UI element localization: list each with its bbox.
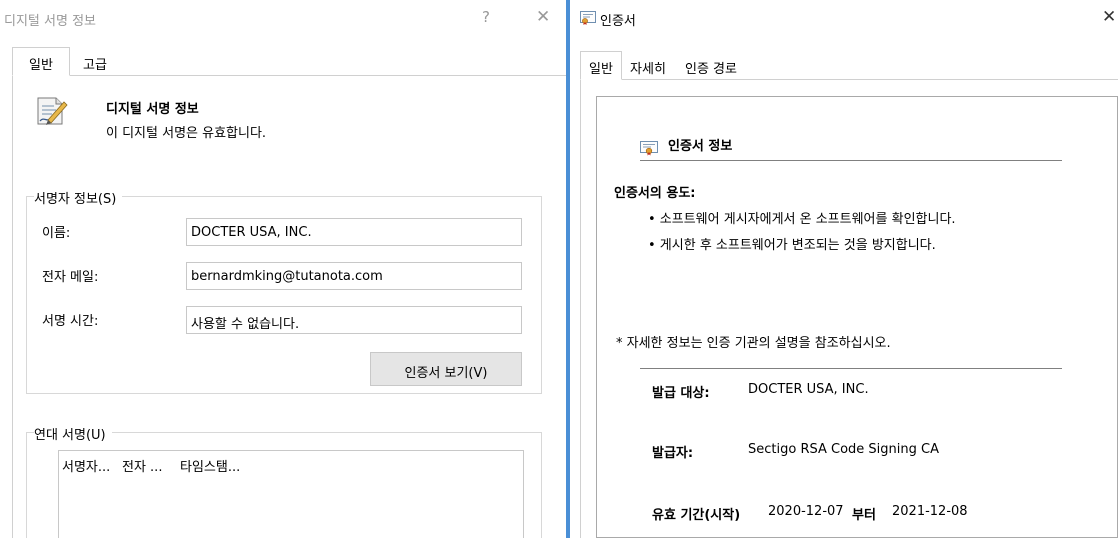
tab-cert-path[interactable]: 인증 경로 bbox=[674, 52, 748, 79]
ca-statement-note: * 자세한 정보는 인증 기관의 설명을 참조하십시오. bbox=[616, 336, 891, 351]
signer-info-legend: 서명자 정보(S) bbox=[34, 188, 123, 207]
tab-cert-general[interactable]: 일반 bbox=[580, 51, 622, 80]
column-header-email[interactable]: 전자 ... bbox=[122, 456, 162, 475]
valid-from-date: 2020-12-07 bbox=[768, 504, 844, 519]
tab-cert-details[interactable]: 자세히 bbox=[622, 52, 674, 79]
signing-time-label: 서명 시간: bbox=[42, 314, 99, 329]
valid-to-word: 부터 bbox=[852, 508, 876, 523]
tab-general[interactable]: 일반 bbox=[12, 47, 70, 76]
certificate-tabstrip: 일반 자세히 인증 경로 bbox=[580, 51, 1118, 80]
certificate-window-close-button[interactable]: ✕ bbox=[1102, 7, 1116, 27]
certificate-purpose-item: • 소프트웨어 게시자에게서 온 소프트웨어를 확인합니다. bbox=[648, 212, 956, 227]
email-field[interactable]: bernardmking@tutanota.com bbox=[186, 262, 522, 290]
validity-label: 유효 기간(시작) bbox=[652, 508, 741, 523]
issued-to-value: DOCTER USA, INC. bbox=[748, 382, 869, 397]
view-certificate-button[interactable]: 인증서 보기(V) bbox=[370, 352, 522, 386]
email-label: 전자 메일: bbox=[42, 270, 99, 285]
issued-to-label: 발급 대상: bbox=[652, 386, 710, 401]
signature-info-heading: 디지털 서명 정보 bbox=[106, 102, 199, 117]
signing-time-field[interactable]: 사용할 수 없습니다. bbox=[186, 306, 522, 334]
signature-window-close-button[interactable]: ✕ bbox=[536, 7, 550, 27]
name-field[interactable]: DOCTER USA, INC. bbox=[186, 218, 522, 246]
issued-by-value: Sectigo RSA Code Signing CA bbox=[748, 442, 939, 457]
help-button[interactable]: ? bbox=[482, 8, 490, 26]
certificate-info-divider bbox=[640, 160, 1062, 161]
certificate-info-box bbox=[596, 96, 1118, 538]
signature-window-title: 디지털 서명 정보 bbox=[4, 14, 96, 29]
valid-to-date: 2021-12-08 bbox=[892, 504, 968, 519]
certificate-window-title: 인증서 bbox=[600, 14, 636, 29]
document-pen-icon bbox=[37, 97, 68, 125]
certificate-info-heading: 인증서 정보 bbox=[668, 139, 733, 154]
name-label: 이름: bbox=[42, 226, 71, 241]
certificate-info-icon bbox=[640, 141, 658, 156]
signature-status-text: 이 디지털 서명은 유효합니다. bbox=[106, 126, 267, 141]
countersignatures-legend: 연대 서명(U) bbox=[34, 424, 112, 443]
certificate-icon bbox=[580, 11, 596, 25]
tab-advanced[interactable]: 고급 bbox=[70, 48, 120, 75]
column-header-timestamp[interactable]: 타임스탬... bbox=[180, 456, 240, 475]
column-header-signer[interactable]: 서명자... bbox=[62, 456, 110, 475]
issued-by-label: 발급자: bbox=[652, 446, 694, 461]
certificate-purpose-heading: 인증서의 용도: bbox=[614, 186, 696, 201]
certificate-purpose-item: • 게시한 후 소프트웨어가 변조되는 것을 방지합니다. bbox=[648, 238, 936, 253]
signature-tabstrip: 일반 고급 bbox=[12, 47, 566, 76]
issued-section-divider bbox=[640, 368, 1062, 369]
